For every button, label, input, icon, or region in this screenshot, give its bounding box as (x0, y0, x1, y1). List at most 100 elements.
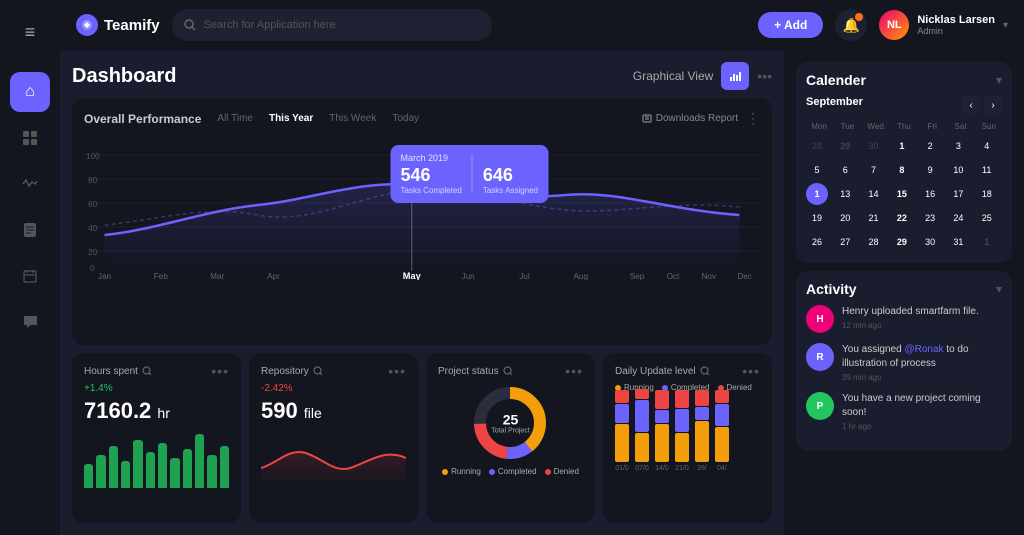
sidebar-item-menu[interactable]: ≡ (10, 12, 50, 52)
calendar-day[interactable]: 1 (891, 135, 913, 157)
calendar-day[interactable]: 24 (947, 207, 969, 229)
hours-bar (220, 446, 229, 488)
calendar-next-btn[interactable]: › (984, 96, 1002, 114)
calendar-day[interactable]: 14 (863, 183, 885, 205)
bar-segment (675, 390, 689, 408)
tooltip-divider (472, 155, 473, 193)
calendar-day[interactable]: 30 (919, 231, 941, 253)
calendar-day[interactable]: 25 (976, 207, 998, 229)
user-name: Nicklas Larsen (917, 14, 995, 26)
project-more-btn[interactable]: ••• (565, 363, 583, 379)
calendar-day[interactable]: 23 (919, 207, 941, 229)
calendar-day[interactable]: 18 (976, 183, 998, 205)
hours-bar (96, 455, 105, 488)
activity-text: Henry uploaded smartfarm file. (842, 305, 979, 319)
calendar-day[interactable]: 30 (863, 135, 885, 157)
main-content: Teamify Search for Application here + Ad… (60, 0, 1024, 535)
calendar-day[interactable]: 19 (806, 207, 828, 229)
hours-bar (84, 464, 93, 488)
calendar-day[interactable]: 28 (806, 135, 828, 157)
calendar-day[interactable]: 15 (891, 183, 913, 205)
tooltip-month: March 2019 (401, 153, 462, 163)
bottom-cards-row: Hours spent ••• +1.4% 7160.2 hr (72, 353, 772, 523)
calendar-day[interactable]: 31 (947, 231, 969, 253)
chart-icon (729, 70, 741, 82)
tab-all-time[interactable]: All Time (213, 111, 257, 126)
calendar-day[interactable]: 10 (947, 159, 969, 181)
tab-today[interactable]: Today (388, 111, 423, 126)
calendar-day[interactable]: 20 (834, 207, 856, 229)
repo-title: Repository (261, 366, 323, 377)
calendar-day[interactable]: 5 (806, 159, 828, 181)
calendar-day[interactable]: 22 (891, 207, 913, 229)
calendar-day[interactable]: 8 (891, 159, 913, 181)
calendar-day[interactable]: 21 (863, 207, 885, 229)
graphical-view-btn[interactable] (721, 62, 749, 90)
search-bar[interactable]: Search for Application here (172, 9, 492, 41)
tooltip-tasks-completed: 546 (401, 165, 462, 186)
daily-card-header: Daily Update level ••• (615, 363, 760, 379)
repo-more-btn[interactable]: ••• (388, 363, 406, 379)
sidebar-item-grid[interactable] (10, 118, 50, 158)
activity-avatar: H (806, 305, 834, 333)
sidebar-item-calendar[interactable] (10, 256, 50, 296)
download-icon (642, 114, 652, 124)
calendar-day[interactable]: 9 (919, 159, 941, 181)
calendar-day[interactable]: 29 (891, 231, 913, 253)
calendar-day[interactable]: 3 (947, 135, 969, 157)
user-dropdown-icon[interactable]: ▾ (1003, 20, 1008, 31)
notification-button[interactable]: 🔔 (835, 9, 867, 41)
tooltip-tasks-assigned-label: Tasks Assigned (483, 186, 538, 195)
stacked-bar-group: 21/0 (675, 390, 689, 472)
calendar-day[interactable]: 29 (834, 135, 856, 157)
bar-label: 07/0 (635, 465, 649, 472)
calendar-day[interactable]: 2 (919, 135, 941, 157)
bar-segment (695, 407, 709, 420)
calendar-day[interactable]: 27 (834, 231, 856, 253)
activity-collapse-btn[interactable]: ▾ (996, 282, 1002, 296)
bar-label: 28/ (697, 465, 707, 472)
calendar-day[interactable]: 13 (834, 183, 856, 205)
download-report-btn[interactable]: Downloads Report (642, 113, 738, 124)
daily-more-btn[interactable]: ••• (742, 363, 760, 379)
activity-text: You assigned @Ronak to do illustration o… (842, 343, 1002, 371)
sidebar-item-home[interactable]: ⌂ (10, 72, 50, 112)
calendar-prev-btn[interactable]: ‹ (962, 96, 980, 114)
logo-text: Teamify (104, 17, 160, 34)
user-profile[interactable]: NL Nicklas Larsen Admin ▾ (879, 10, 1008, 40)
tab-this-year[interactable]: This Year (265, 111, 317, 126)
calendar-collapse-btn[interactable]: ▾ (996, 73, 1002, 87)
svg-text:Jan: Jan (98, 272, 111, 280)
svg-text:80: 80 (88, 176, 98, 185)
add-button[interactable]: + Add (758, 12, 823, 38)
hours-bar (133, 440, 142, 488)
calendar-day[interactable]: 28 (863, 231, 885, 253)
calendar-day[interactable]: 16 (919, 183, 941, 205)
calendar-day[interactable]: 7 (863, 159, 885, 181)
performance-more-icon[interactable]: ⋮ (746, 110, 760, 127)
hours-more-btn[interactable]: ••• (211, 363, 229, 379)
calendar-day[interactable]: 4 (976, 135, 998, 157)
more-options-btn[interactable]: ••• (757, 68, 772, 84)
performance-card-header: Overall Performance All Time This Year T… (84, 110, 760, 127)
svg-text:Jun: Jun (461, 272, 474, 280)
sidebar-item-activity[interactable] (10, 164, 50, 204)
stacked-bar-group: 28/ (695, 390, 709, 472)
repository-card: Repository ••• -2.42% 590 file (249, 353, 418, 523)
sidebar-item-chat[interactable] (10, 302, 50, 342)
donut-chart: 25 Total Project (470, 383, 550, 463)
sidebar-item-files[interactable] (10, 210, 50, 250)
calendar-dow: Wed (863, 120, 889, 133)
hours-bar (158, 443, 167, 488)
calendar-day[interactable]: 11 (976, 159, 998, 181)
calendar-day[interactable]: 6 (834, 159, 856, 181)
calendar-day[interactable]: 26 (806, 231, 828, 253)
tab-this-week[interactable]: This Week (325, 111, 380, 126)
view-label: Graphical View (633, 69, 713, 83)
calendar-title: Calender (806, 72, 866, 88)
calendar-day[interactable]: 17 (947, 183, 969, 205)
calendar-day[interactable]: 1 (976, 231, 998, 253)
calendar-day[interactable]: 1 (806, 183, 828, 205)
calendar-grid: MonTueWedThuFriSatSun2829301234567891011… (806, 120, 1002, 253)
svg-text:Dec: Dec (737, 272, 752, 280)
